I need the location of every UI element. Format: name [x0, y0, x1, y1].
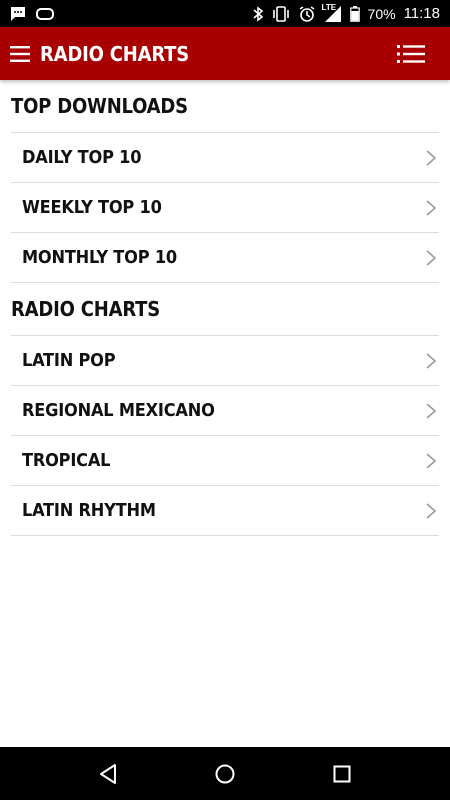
section-header-radio-charts: RADIO CHARTS	[11, 297, 160, 321]
bluetooth-icon	[252, 5, 264, 23]
app-bar-left: RADIO CHARTS	[8, 42, 189, 66]
section-header-top-downloads: TOP DOWNLOADS	[11, 94, 188, 118]
list-item-label: REGIONAL MEXICANO	[22, 400, 215, 421]
list-item-latin-pop[interactable]: LATIN POP	[11, 336, 439, 386]
recents-icon[interactable]	[324, 756, 360, 792]
chevron-right-icon	[425, 402, 437, 420]
chevron-right-icon	[425, 199, 437, 217]
list-item-tropical[interactable]: TROPICAL	[11, 436, 439, 486]
home-icon[interactable]	[207, 756, 243, 792]
vibrate-icon	[272, 5, 290, 23]
list-item-monthly-top-10[interactable]: MONTHLY TOP 10	[11, 233, 439, 283]
app-bar: RADIO CHARTS	[0, 27, 450, 80]
list-item-weekly-top-10[interactable]: WEEKLY TOP 10	[11, 183, 439, 233]
hamburger-menu-icon[interactable]	[8, 42, 32, 66]
alarm-icon	[298, 5, 316, 23]
list-radio-charts: LATIN POP REGIONAL MEXICANO TROPICAL LAT…	[11, 335, 439, 536]
list-item-latin-rhythm[interactable]: LATIN RHYTHM	[11, 486, 439, 536]
system-nav-bar	[0, 747, 450, 800]
page-title: RADIO CHARTS	[40, 41, 189, 66]
list-item-label: TROPICAL	[22, 450, 111, 471]
status-left	[10, 5, 54, 23]
clock-time: 11:18	[403, 5, 440, 22]
list-top-downloads: DAILY TOP 10 WEEKLY TOP 10 MONTHLY TOP 1…	[11, 132, 439, 283]
battery-percent: 70%	[367, 5, 396, 22]
main-content: TOP DOWNLOADS DAILY TOP 10 WEEKLY TOP 10…	[0, 80, 450, 536]
battery-icon	[349, 5, 360, 23]
status-bar: LTE 70% 11:18	[0, 0, 450, 27]
list-icon[interactable]	[396, 39, 426, 69]
chevron-right-icon	[425, 249, 437, 267]
chevron-right-icon	[425, 352, 437, 370]
status-right: LTE 70% 11:18	[252, 2, 440, 23]
back-icon[interactable]	[90, 756, 126, 792]
list-item-label: DAILY TOP 10	[22, 147, 142, 168]
list-item-label: LATIN POP	[22, 350, 116, 371]
list-item-regional-mexicano[interactable]: REGIONAL MEXICANO	[11, 386, 439, 436]
list-item-label: WEEKLY TOP 10	[22, 197, 162, 218]
chevron-right-icon	[425, 502, 437, 520]
chevron-right-icon	[425, 452, 437, 470]
chevron-right-icon	[425, 149, 437, 167]
chat-notification-icon	[10, 5, 26, 23]
network-label: LTE	[321, 2, 337, 12]
voicemail-icon	[36, 5, 54, 23]
signal-icon: LTE	[321, 2, 342, 23]
list-item-daily-top-10[interactable]: DAILY TOP 10	[11, 133, 439, 183]
list-item-label: LATIN RHYTHM	[22, 500, 156, 521]
list-item-label: MONTHLY TOP 10	[22, 247, 177, 268]
